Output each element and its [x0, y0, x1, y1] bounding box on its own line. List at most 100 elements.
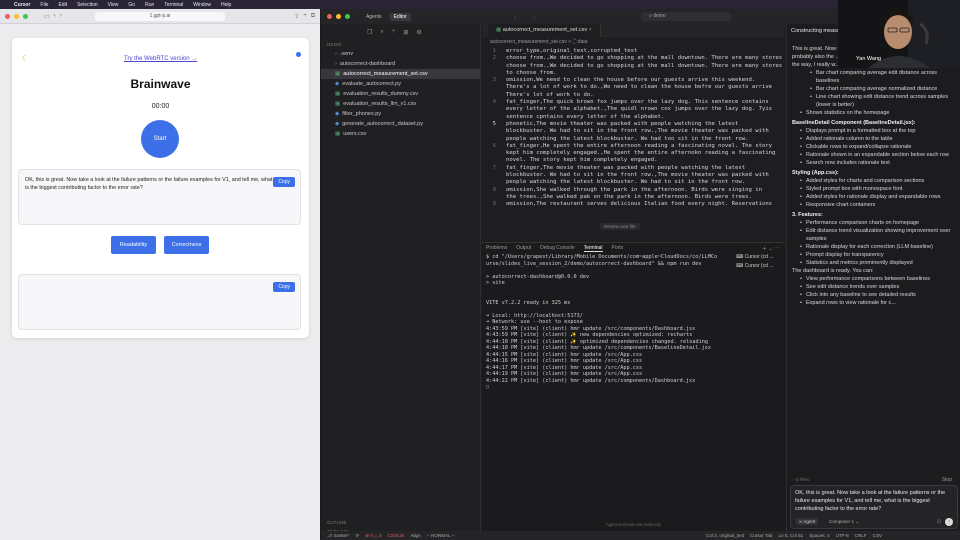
extensions-icon[interactable]: ⊞ [403, 29, 408, 36]
explorer-item-autocorrect-dashboard[interactable]: › autocorrect-dashboard [321, 59, 480, 69]
tab-ports[interactable]: Ports [612, 245, 624, 251]
back-arrow-icon[interactable]: ‹ [54, 13, 56, 19]
moon-icon[interactable]: ☾ [22, 54, 28, 62]
tab-output[interactable]: Output [516, 245, 531, 251]
code-text: error_type,original_text,corrupted_text [506, 48, 638, 54]
terminal-output[interactable]: $ cd "/Users/grapest/Library/Mobile Docu… [486, 254, 736, 391]
image-attach-icon[interactable]: ⊡ [937, 519, 941, 525]
close-window-icon[interactable] [327, 14, 332, 19]
explorer-item-evaluate-autocorrect[interactable]: ◆ evaluate_autocorrect.py [321, 79, 480, 89]
code-editor[interactable]: ▦ autocorrect_measurement_set.csv × auto… [482, 24, 785, 242]
code-text: people watching the latest blockbuster. … [506, 179, 746, 186]
code-text: blockbuster. We had to sit in the front … [506, 172, 769, 179]
cursor-tab-status[interactable]: Cursor Tab [750, 533, 772, 538]
menu-file[interactable]: File [40, 2, 48, 8]
menu-help[interactable]: Help [221, 2, 231, 8]
minimize-window-icon[interactable] [336, 14, 341, 19]
code-line: blockbuster. We had to sit in the front … [482, 172, 785, 179]
agent-mode-selector[interactable]: ∞ Agent [796, 518, 819, 525]
tab-agents[interactable]: Agents [362, 13, 386, 21]
send-arrow-icon[interactable]: ↑ [945, 518, 953, 526]
menubar-app-name[interactable]: Cursor [14, 2, 30, 8]
address-bar[interactable]: 1.gpt-p.ai [95, 12, 225, 21]
line-ending-status[interactable]: CRLF [855, 533, 867, 538]
source-control-icon[interactable]: ⑂ [392, 29, 396, 35]
minimize-window-icon[interactable] [14, 13, 19, 19]
explorer-item-evaluation-results-llm-v1[interactable]: ▦ evaluation_results_llm_v1.csv [321, 99, 480, 109]
explorer-header[interactable]: DEMO [321, 40, 480, 49]
share-icon[interactable]: ⇪ [294, 13, 299, 20]
indent-status[interactable]: Spaces: 4 [809, 533, 829, 538]
code-text: kept him completely engaged.,He spent th… [506, 150, 776, 157]
code-text: every letter of the alphabet.,The quidl … [506, 106, 773, 113]
close-icon[interactable]: × [589, 27, 592, 33]
language-mode-status[interactable]: CSV [873, 533, 882, 538]
breadcrumb[interactable]: autocorrect_measurement_set.csv > 🗋 data [482, 37, 785, 46]
problems-status[interactable]: ⊗ 0 △ 0 [365, 533, 381, 539]
line-number [482, 172, 506, 179]
start-recording-button[interactable]: Start [141, 120, 179, 158]
back-arrow-icon[interactable]: ← [513, 14, 518, 20]
chat-bullet: Bar chart comparing average edit distanc… [792, 69, 957, 85]
agent-chat-panel: Constructing measu... This is great. Now… [786, 24, 960, 531]
tab-terminal[interactable]: Terminal [583, 245, 603, 252]
file-tab-autocorrect-measurement-set[interactable]: ▦ autocorrect_measurement_set.csv × [488, 24, 601, 37]
sidebar-toggle-icon[interactable]: ▭ [44, 13, 50, 20]
explorer-item-venv[interactable]: › .venv [321, 49, 480, 59]
forward-arrow-icon[interactable]: › [60, 13, 62, 19]
explorer-item-users[interactable]: ▦ users.csv [321, 129, 480, 139]
chat-bullet: Click into any baseline to see detailed … [792, 291, 957, 299]
tab-editor[interactable]: Editor [389, 12, 411, 21]
panel-tabs: Problems Output Debug Console Terminal P… [482, 243, 785, 253]
search-icon[interactable]: ⌕ [380, 29, 383, 36]
transcript-textbox[interactable]: OK, this is great. Now take a look at th… [18, 169, 301, 225]
zoom-window-icon[interactable] [345, 14, 350, 19]
correctness-button[interactable]: Correctness [164, 236, 209, 254]
copy-output-button[interactable]: Copy [273, 282, 295, 292]
model-selector[interactable]: Composer 1 ⌄ [829, 519, 859, 525]
new-tab-icon[interactable]: + [303, 13, 307, 19]
chat-bullet: Clickable rows to expand/collapse ration… [792, 143, 957, 151]
command-search-bar[interactable]: ⌕ demo [641, 12, 731, 21]
menu-go[interactable]: Go [128, 2, 135, 8]
align-status[interactable]: Align [410, 533, 420, 539]
terminal-list-item[interactable]: ⌨ Cursor (cd ... [736, 254, 786, 263]
menu-terminal[interactable]: Terminal [164, 2, 183, 8]
readability-button[interactable]: Readability [111, 236, 156, 254]
menu-edit[interactable]: Edit [58, 2, 67, 8]
explorer-item-evaluation-results-dummy[interactable]: ▦ evaluation_results_dummy.csv [321, 89, 480, 99]
explorer-item-generate-autocorrect-dataset[interactable]: ◆ generate_autocorrect_dataset.py [321, 119, 480, 129]
menu-view[interactable]: View [108, 2, 119, 8]
sync-icon[interactable]: ⟳ [355, 533, 359, 539]
menu-window[interactable]: Window [193, 2, 211, 8]
tab-problems[interactable]: Problems [486, 245, 507, 251]
new-terminal-icon[interactable]: ＋ ⌄ ⋯ [762, 245, 779, 252]
changed-files-toggle[interactable]: › 4 Files [793, 477, 809, 482]
outline-section[interactable]: OUTLINE [327, 520, 347, 525]
chat-input[interactable]: OK, this is great. Now take a look at th… [790, 485, 958, 529]
cursor-position-status[interactable]: Ln 5, Col 51 [778, 533, 803, 538]
tab-debug-console[interactable]: Debug Console [540, 245, 574, 251]
forward-arrow-icon[interactable]: → [531, 14, 536, 20]
close-window-icon[interactable] [5, 13, 10, 19]
line-number: 9 [492, 201, 496, 208]
menu-run[interactable]: Run [145, 2, 154, 8]
webrtc-version-link[interactable]: Try the WebRTC version → [124, 56, 197, 62]
explorer-item-filter-phones[interactable]: ◆ filter_phones.py [321, 109, 480, 119]
settings-icon[interactable]: ⚙ [416, 29, 421, 36]
output-textbox[interactable]: Copy [18, 274, 301, 330]
encoding-status[interactable]: UTF-8 [836, 533, 849, 538]
tabs-overview-icon[interactable]: ⧉ [311, 13, 315, 20]
terminal-list-item[interactable]: ⌨ Cursor (cd ... [736, 263, 786, 272]
csvlint-status[interactable]: CSVLint [388, 533, 405, 539]
review-next-file-tooltip[interactable]: Review next file [600, 223, 640, 230]
stop-button[interactable]: Stop [942, 477, 952, 483]
git-branch-status[interactable]: ⎇ master* [327, 533, 349, 539]
zoom-window-icon[interactable] [23, 13, 28, 19]
explorer-item-autocorrect-measurement-set[interactable]: ▦ autocorrect_measurement_set.csv [321, 69, 480, 79]
files-icon[interactable]: ❐ [367, 29, 372, 36]
terminal-list: ⌨ Cursor (cd ... ⌨ Cursor (cd ... [736, 254, 786, 272]
copy-transcript-button[interactable]: Copy [273, 177, 295, 187]
column-status[interactable]: Col 2, original_text [706, 533, 744, 538]
menu-selection[interactable]: Selection [77, 2, 98, 8]
